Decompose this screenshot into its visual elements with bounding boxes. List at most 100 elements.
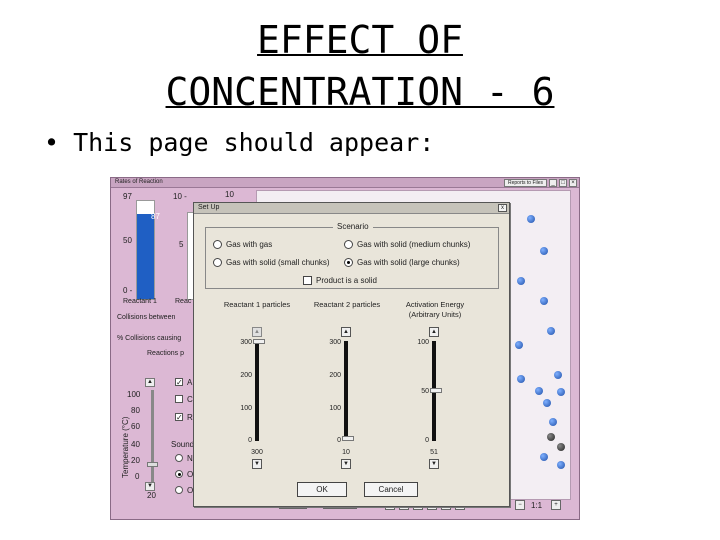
bar-label-reactant-2: Reac <box>175 298 192 305</box>
temp-tick: 0 <box>135 472 140 481</box>
radio-button[interactable] <box>344 240 353 249</box>
option-checkbox-c[interactable] <box>175 395 183 403</box>
slider-down-arrow-icon[interactable]: ▼ <box>429 459 439 469</box>
molecule <box>540 297 548 305</box>
sim-window-controls: Reports to Files _ □ × <box>503 179 577 187</box>
scenario-option-large-chunks[interactable]: Gas with solid (large chunks) <box>344 258 460 267</box>
radio-button[interactable] <box>344 258 353 267</box>
temperature-slider[interactable] <box>151 390 154 482</box>
slider-tick: 100 <box>329 405 341 412</box>
setup-dialog: Set Up x Scenario Gas with gas Gas with … <box>193 202 510 507</box>
slider-tick: 0 <box>248 437 252 444</box>
temperature-axis-label: Temperature (°C) <box>121 416 130 478</box>
activation-energy-slider[interactable]: ▲ 100 50 0 51 ▼ <box>407 327 467 477</box>
sim-titlebar: Rates of Reaction Reports to Files _ □ × <box>111 178 579 188</box>
option-checkbox-label: R <box>187 413 193 422</box>
sim-window-title: Rates of Reaction <box>115 179 163 185</box>
slider-up-arrow-icon[interactable]: ▲ <box>341 327 351 337</box>
activation-energy-heading: Activation Energy (Arbitrary Units) <box>405 300 465 319</box>
reactant-1-slider[interactable]: ▲ 300 200 100 0 300 ▼ <box>230 327 290 477</box>
option-checkbox-a[interactable]: ✓ <box>175 378 183 387</box>
molecule <box>543 399 551 407</box>
molecule-dark <box>557 443 565 451</box>
bullet-dot-icon: • <box>44 128 60 157</box>
cancel-button[interactable]: Cancel <box>364 482 418 497</box>
temp-down-arrow-icon[interactable]: ▼ <box>145 482 155 491</box>
zoom-in-icon[interactable]: + <box>551 500 561 510</box>
ok-button[interactable]: OK <box>297 482 347 497</box>
slider-tick: 300 <box>240 339 252 346</box>
molecule-dark <box>547 433 555 441</box>
dialog-titlebar: Set Up x <box>194 203 509 214</box>
temp-tick: 40 <box>131 440 140 449</box>
option-label: Gas with gas <box>226 240 273 249</box>
scenario-title: Scenario <box>333 222 373 231</box>
reactant-1-bar-value: 87 <box>151 212 160 221</box>
reactant-2-slider[interactable]: ▲ 300 200 100 0 10 ▼ <box>319 327 379 477</box>
radio-button[interactable] <box>213 240 222 249</box>
rate-bar-chart: 97 50 0 - 87 10 - 5 <box>123 190 201 300</box>
molecule <box>535 387 543 395</box>
chart2-axis-top: 10 - <box>173 192 187 201</box>
product-solid-checkbox[interactable]: Product is a solid <box>303 276 377 285</box>
scenario-group: Scenario Gas with gas Gas with solid (me… <box>205 222 499 289</box>
option-checkbox-label: C <box>187 395 193 404</box>
reactant-1-heading: Reactant 1 particles <box>223 300 291 309</box>
zoom-level: 1:1 <box>531 501 543 510</box>
collisions-between-label: Collisions between <box>117 314 176 321</box>
chart3-axis-top: 10 <box>225 190 234 199</box>
slide-title-line-1: EFFECT OF <box>257 18 463 62</box>
chart-axis-top: 97 <box>123 192 132 201</box>
molecule <box>517 277 525 285</box>
minimize-icon[interactable]: _ <box>549 179 557 187</box>
slider-track[interactable] <box>255 341 259 441</box>
dialog-title: Set Up <box>198 204 220 211</box>
scenario-option-small-chunks[interactable]: Gas with solid (small chunks) <box>213 258 330 267</box>
sound-label: Sound <box>171 440 195 449</box>
slider-up-arrow-icon[interactable]: ▲ <box>429 327 439 337</box>
molecule <box>547 327 555 335</box>
scenario-option-medium-chunks[interactable]: Gas with solid (medium chunks) <box>344 240 470 249</box>
molecule <box>557 461 565 469</box>
chart2-axis-mid: 5 <box>179 240 184 249</box>
temp-up-arrow-icon[interactable]: ▲ <box>145 378 155 387</box>
slider-tick: 50 <box>421 388 429 395</box>
reports-button[interactable]: Reports to Files <box>503 179 547 187</box>
temp-tick: 80 <box>131 406 140 415</box>
slider-thumb[interactable] <box>342 436 354 441</box>
temperature-slider-thumb[interactable] <box>147 461 158 467</box>
slider-down-arrow-icon[interactable]: ▼ <box>341 459 351 469</box>
close-icon[interactable]: × <box>569 179 577 187</box>
sound-option-radio[interactable] <box>175 470 183 478</box>
temp-tick: 60 <box>131 422 140 431</box>
option-checkbox-r[interactable]: ✓ <box>175 413 183 422</box>
reactant-2-heading: Reactant 2 particles <box>313 300 381 309</box>
temperature-panel: ▲ 100 80 60 40 20 0 Temperature (°C) ▼ 2… <box>121 378 171 500</box>
slider-tick: 200 <box>329 372 341 379</box>
checkbox[interactable] <box>303 276 312 285</box>
slider-thumb[interactable] <box>430 388 442 393</box>
chart-axis-bottom: 0 - <box>123 286 133 295</box>
slide-title: EFFECT OF CONCENTRATION - 6 <box>0 14 720 118</box>
scenario-option-gas-gas[interactable]: Gas with gas <box>213 240 272 249</box>
molecule <box>540 247 548 255</box>
slider-up-arrow-icon[interactable]: ▲ <box>252 327 262 337</box>
sound-option-radio[interactable] <box>175 454 183 462</box>
maximize-icon[interactable]: □ <box>559 179 567 187</box>
option-label: Gas with solid (medium chunks) <box>357 240 471 249</box>
zoom-out-icon[interactable]: − <box>515 500 525 510</box>
molecule <box>517 375 525 383</box>
radio-button[interactable] <box>213 258 222 267</box>
slider-down-arrow-icon[interactable]: ▼ <box>252 459 262 469</box>
option-checkbox-label: A <box>187 378 193 387</box>
slider-tick: 200 <box>240 372 252 379</box>
slider-value: 10 <box>342 449 350 456</box>
reactant-1-bar-fill <box>137 213 154 299</box>
slider-track[interactable] <box>344 341 348 441</box>
slider-thumb[interactable] <box>253 339 265 344</box>
close-icon[interactable]: x <box>498 204 507 212</box>
sound-option-radio[interactable] <box>175 486 183 494</box>
molecule <box>554 371 562 379</box>
molecule <box>549 418 557 426</box>
collisions-causing-label: % Collisions causing <box>117 335 182 342</box>
